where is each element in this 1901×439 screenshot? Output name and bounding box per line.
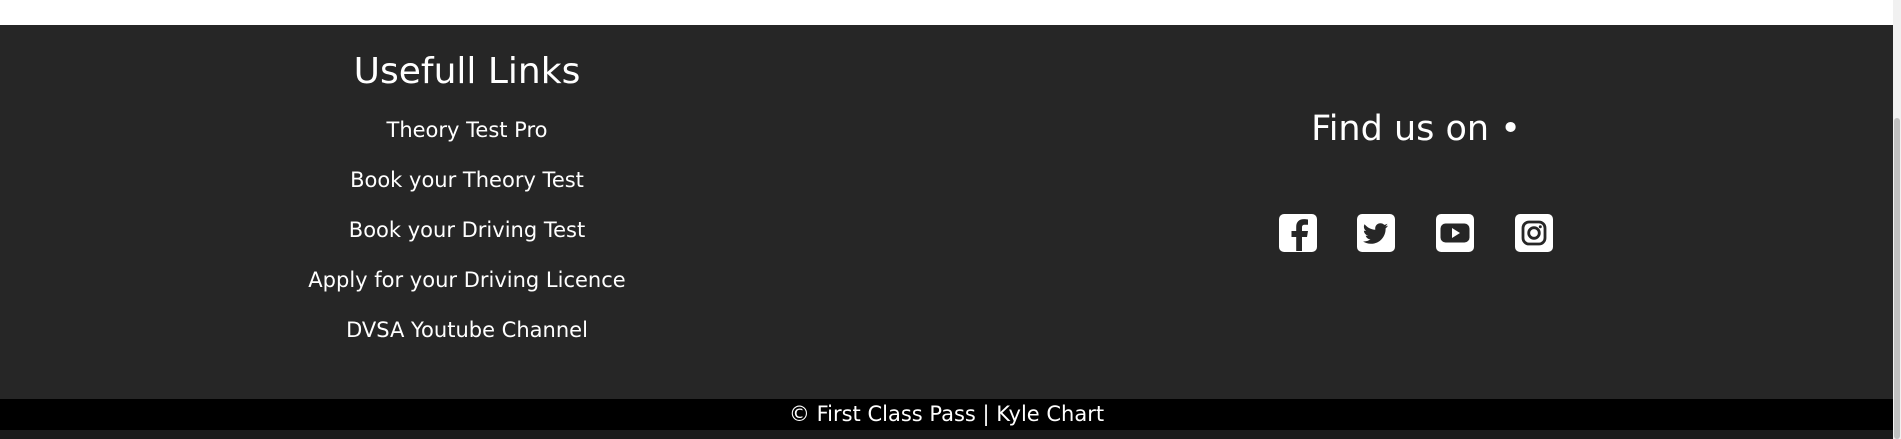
social-icons [1279,214,1569,254]
instagram-icon[interactable] [1515,214,1553,252]
list-item: Theory Test Pro [267,115,667,165]
page: Usefull Links Theory Test Pro Book your … [0,0,1901,439]
youtube-icon[interactable] [1436,214,1474,252]
link-dvsa-youtube-channel[interactable]: DVSA Youtube Channel [346,318,588,342]
useful-links-title: Usefull Links [353,51,581,92]
page-bottom-strip [0,430,1893,439]
twitter-icon[interactable] [1357,214,1395,252]
list-item: Apply for your Driving Licence [267,265,667,315]
link-book-theory-test[interactable]: Book your Theory Test [350,168,584,192]
vertical-scrollbar[interactable] [1893,0,1901,439]
facebook-icon[interactable] [1279,214,1317,252]
list-item: Book your Driving Test [267,215,667,265]
copyright-text: © First Class Pass | Kyle Chart [788,402,1105,426]
scrollbar-thumb[interactable] [1894,118,1900,439]
copyright-bar: © First Class Pass | Kyle Chart [0,399,1893,430]
site-footer: Usefull Links Theory Test Pro Book your … [0,25,1893,399]
list-item: DVSA Youtube Channel [267,315,667,365]
list-item: Book your Theory Test [267,165,667,215]
page-top-area [0,0,1901,25]
find-us-title: Find us on • [1311,109,1521,149]
link-book-driving-test[interactable]: Book your Driving Test [349,218,585,242]
useful-links-list: Theory Test Pro Book your Theory Test Bo… [267,115,667,365]
link-theory-test-pro[interactable]: Theory Test Pro [387,118,548,142]
link-apply-driving-licence[interactable]: Apply for your Driving Licence [308,268,625,292]
